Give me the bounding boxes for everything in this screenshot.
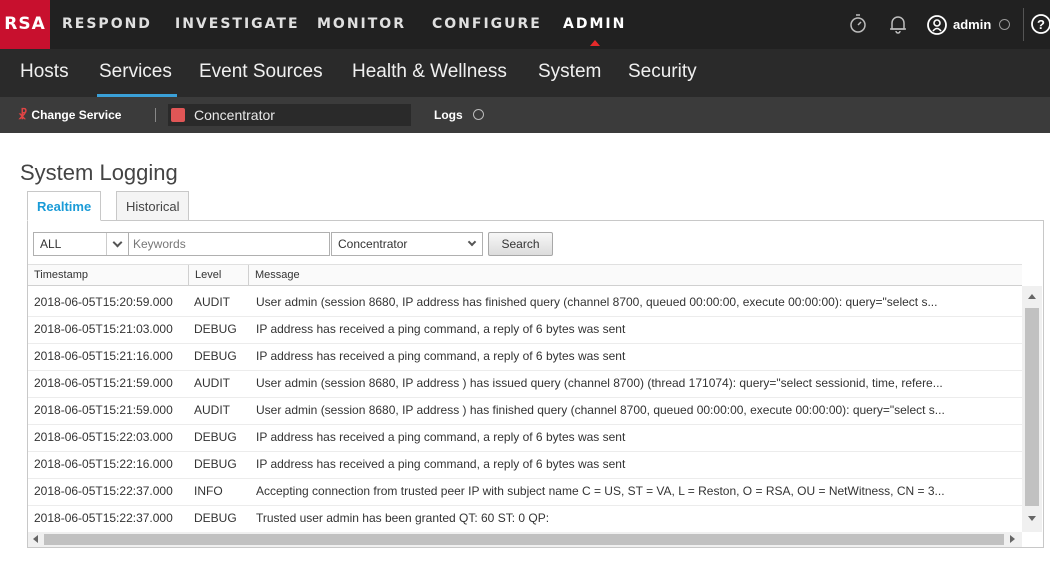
table-row[interactable]: 2018-06-05T15:22:37.000 INFO Accepting con… [28,479,1022,506]
vertical-scroll-thumb[interactable] [1025,308,1039,506]
svg-text:?: ? [1037,17,1045,32]
bell-icon[interactable] [886,12,910,36]
cell-message: IP address has received a ping command, … [256,457,626,471]
cell-message: IP address has received a ping command, … [256,322,626,336]
cell-level: DEBUG [194,511,237,525]
table-row[interactable]: 2018-06-05T15:21:59.000 AUDIT User admin (… [28,398,1022,425]
table-row[interactable]: 2018-06-05T15:21:03.000 DEBUG IP address h… [28,317,1022,344]
tab-services[interactable]: Services [99,49,172,95]
nav-divider [1023,8,1024,41]
cell-timestamp: 2018-06-05T15:22:16.000 [34,457,173,471]
tab-system[interactable]: System [538,49,601,95]
admin-sub-nav: Hosts Services Event Sources Health & We… [0,49,1050,97]
cell-timestamp: 2018-06-05T15:21:16.000 [34,349,173,363]
service-bar-divider [155,108,156,122]
horizontal-scroll-thumb[interactable] [44,534,1004,545]
change-service-button[interactable]: ☧ Change Service [18,97,121,133]
scroll-right-icon[interactable] [1010,535,1015,543]
search-button[interactable]: Search [488,232,553,256]
table-row[interactable]: 2018-06-05T15:22:16.000 DEBUG IP address h… [28,452,1022,479]
level-dropdown-toggle[interactable] [106,233,128,255]
cell-level: AUDIT [194,295,230,309]
nav-respond[interactable]: RESPOND [62,0,152,49]
col-timestamp[interactable]: Timestamp [28,265,188,286]
cell-message: IP address has received a ping command, … [256,349,626,363]
tab-hosts[interactable]: Hosts [20,49,69,95]
timer-icon[interactable] [846,12,870,36]
rsa-logo[interactable]: RSA [0,0,50,49]
tab-security[interactable]: Security [628,49,697,95]
table-row[interactable]: 2018-06-05T15:22:03.000 DEBUG IP address h… [28,425,1022,452]
page-title: System Logging [20,160,178,185]
tab-realtime[interactable]: Realtime [27,191,102,221]
scroll-left-icon[interactable] [33,535,38,543]
view-label: Logs [434,108,463,122]
tab-event-sources[interactable]: Event Sources [199,49,323,95]
cell-message: User admin (session 8680, IP address has… [256,295,938,309]
username: admin [953,17,992,32]
table-row[interactable]: 2018-06-05T15:21:59.000 AUDIT User admin (… [28,371,1022,398]
tab-health-wellness[interactable]: Health & Wellness [352,49,507,95]
level-filter-value: ALL [40,237,62,251]
service-filter[interactable]: Concentrator [331,232,483,256]
help-icon[interactable]: ? [1029,12,1050,36]
view-menu[interactable]: Logs [434,97,484,133]
top-nav: RSA RESPOND INVESTIGATE MONITOR CONFIGUR… [0,0,1050,49]
log-table-body: 2018-06-05T15:20:59.000 AUDIT User admin (… [28,290,1022,532]
vertical-scrollbar[interactable] [1022,286,1042,532]
hierarchy-icon: ☧ [18,108,28,122]
cell-level: AUDIT [194,403,230,417]
cell-level: INFO [194,484,223,498]
change-service-label: Change Service [31,108,122,122]
nav-configure[interactable]: CONFIGURE [432,0,542,49]
tab-historical[interactable]: Historical [116,191,190,221]
table-row[interactable]: 2018-06-05T15:20:59.000 AUDIT User admin (… [28,290,1022,317]
cell-timestamp: 2018-06-05T15:22:37.000 [34,511,173,525]
log-table-header: Timestamp Level Message [28,264,1022,286]
cell-message: User admin (session 8680, IP address ) h… [256,376,943,390]
chevron-down-icon [998,19,1010,31]
concentrator-icon [171,108,185,122]
cell-timestamp: 2018-06-05T15:21:59.000 [34,376,173,390]
scroll-up-icon[interactable] [1028,294,1036,299]
cell-timestamp: 2018-06-05T15:21:03.000 [34,322,173,336]
user-icon[interactable] [925,13,949,37]
chevron-down-icon [112,237,123,248]
nav-investigate[interactable]: INVESTIGATE [175,0,300,49]
col-message[interactable]: Message [248,265,1022,286]
cell-message: Trusted user admin has been granted QT: … [256,511,550,525]
cell-message: Accepting connection from trusted peer I… [256,484,945,498]
cell-level: DEBUG [194,322,237,336]
col-level[interactable]: Level [188,265,248,286]
cell-level: DEBUG [194,349,237,363]
cell-level: DEBUG [194,457,237,471]
cell-timestamp: 2018-06-05T15:20:59.000 [34,295,173,309]
service-filter-value: Concentrator [338,237,408,251]
scroll-down-icon[interactable] [1028,516,1036,521]
cell-timestamp: 2018-06-05T15:22:37.000 [34,484,173,498]
user-menu[interactable]: admin [953,0,1010,49]
service-name: Concentrator [194,107,275,123]
cell-level: DEBUG [194,430,237,444]
horizontal-scrollbar[interactable] [28,532,1022,547]
active-nav-indicator [590,40,600,46]
table-row[interactable]: 2018-06-05T15:22:37.000 DEBUG Trusted user… [28,506,1022,532]
cell-message: IP address has received a ping command, … [256,430,626,444]
service-bar: ☧ Change Service Concentrator Logs [0,97,1050,133]
keywords-input[interactable] [128,232,330,256]
cell-message: User admin (session 8680, IP address ) h… [256,403,945,417]
chevron-down-icon [472,109,484,121]
cell-timestamp: 2018-06-05T15:21:59.000 [34,403,173,417]
chevron-down-icon [467,237,477,247]
level-filter[interactable]: ALL [33,232,129,256]
cell-level: AUDIT [194,376,230,390]
cell-timestamp: 2018-06-05T15:22:03.000 [34,430,173,444]
service-selector[interactable]: Concentrator [168,104,411,126]
nav-monitor[interactable]: MONITOR [317,0,406,49]
table-row[interactable]: 2018-06-05T15:21:16.000 DEBUG IP address h… [28,344,1022,371]
